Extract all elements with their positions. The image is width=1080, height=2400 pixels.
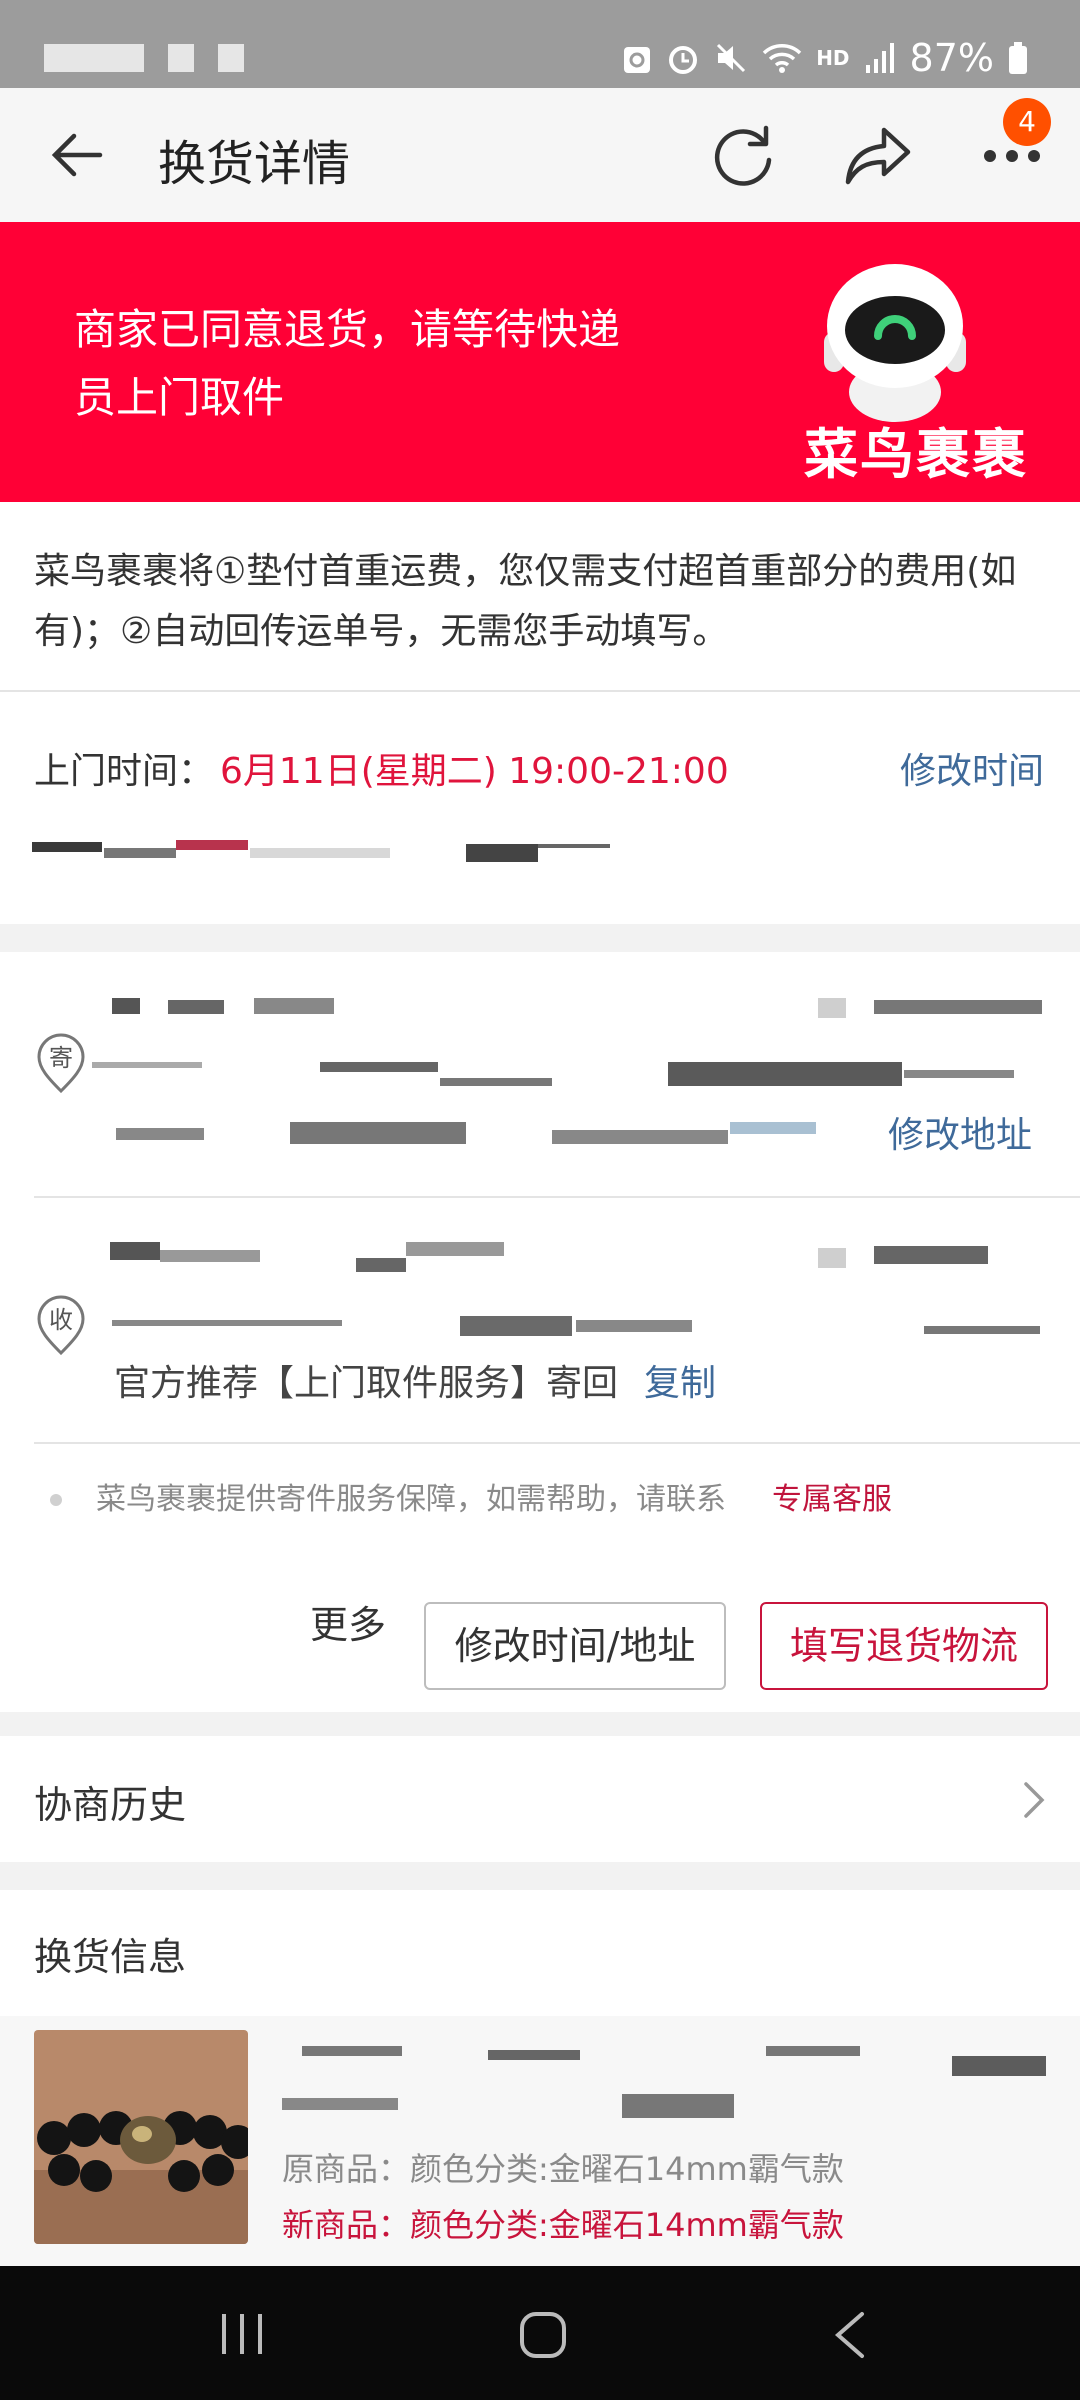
redacted-text: [160, 1250, 260, 1262]
redacted-text: [92, 1062, 202, 1068]
redacted-text: [168, 1000, 224, 1014]
redacted-text: [110, 1242, 160, 1260]
redacted-text: [874, 1246, 988, 1264]
redacted-text: [488, 2050, 580, 2060]
change-time-link[interactable]: 修改时间: [900, 742, 1044, 794]
alarm-icon: [669, 46, 698, 74]
redacted-text: [952, 2056, 1046, 2076]
redacted-text: [356, 1258, 406, 1272]
divider: [34, 1442, 1080, 1444]
redacted-text: [116, 1128, 204, 1140]
refresh-icon[interactable]: [708, 120, 778, 190]
receiver-pin-icon: 收: [37, 1295, 85, 1356]
redacted-text: [668, 1062, 902, 1086]
redacted-text: [730, 1122, 816, 1134]
status-blurred-icon: [218, 44, 244, 72]
redacted-text: [250, 848, 390, 858]
sender-pin-icon: 寄: [37, 1033, 85, 1094]
hd-label: HD: [816, 46, 850, 70]
redacted-text: [466, 844, 538, 862]
chevron-right-icon: [1024, 1782, 1045, 1818]
change-address-link[interactable]: 修改地址: [888, 1106, 1032, 1158]
pickup-time-value: 6月11日(星期二) 19:00-21:00: [220, 751, 729, 792]
product-row[interactable]: 原商品：颜色分类:金曜石14mm霸气款 新商品：颜色分类:金曜石14mm霸气款: [0, 2016, 1080, 2266]
receiver-pin-label: 收: [49, 1306, 73, 1334]
help-text: 菜鸟裹裹提供寄件服务保障，如需帮助，请联系: [96, 1482, 726, 1517]
original-goods-text: 原商品：颜色分类:金曜石14mm霸气款: [282, 2150, 844, 2188]
exchange-info-section: 换货信息 原商品：颜色分类:金曜石14mm霸气款 新商品：颜色分类:金曜石14m…: [0, 1890, 1080, 2266]
bullet-dot: [50, 1494, 62, 1506]
status-icons: HD 87%: [622, 30, 1028, 86]
sync-icon: [624, 47, 651, 73]
wifi-icon: [762, 44, 802, 73]
redacted-text: [112, 1320, 342, 1326]
notice-section: 菜鸟裹裹将①垫付首重运费，您仅需支付超首重部分的费用(如有)；②自动回传运单号，…: [0, 502, 1080, 690]
home-icon[interactable]: [518, 2310, 568, 2360]
redacted-text: [818, 1248, 846, 1268]
redacted-text: [552, 1130, 728, 1144]
more-button[interactable]: 更多: [310, 1594, 386, 1649]
notification-badge: 4: [1003, 98, 1051, 146]
new-goods-text: 新商品：颜色分类:金曜石14mm霸气款: [282, 2206, 844, 2244]
pickup-time-section: 上门时间： 6月11日(星期二) 19:00-21:00 修改时间: [0, 692, 1080, 924]
system-nav-bar: [0, 2266, 1080, 2400]
banner-message: 商家已同意退货，请等待快递员上门取件: [74, 305, 621, 422]
status-blurred-icon: [168, 44, 194, 72]
status-bar: HD 87%: [0, 0, 1080, 88]
copy-link[interactable]: 复制: [644, 1354, 716, 1406]
recommend-text: 官方推荐【上门取件服务】寄回: [114, 1363, 619, 1404]
redacted-text: [576, 1320, 692, 1332]
redacted-text: [440, 1078, 552, 1086]
redacted-text: [538, 844, 610, 848]
redacted-text: [112, 998, 140, 1014]
cainiao-logo-text: 菜鸟裹裹: [804, 423, 1028, 486]
signal-icon: [865, 43, 894, 73]
status-blurred-time: [44, 44, 144, 72]
address-card: 寄 修改地址 收 官方推荐【上门取件服务】寄回 复制 菜鸟裹裹提供寄件服务保障，…: [0, 952, 1080, 1712]
redacted-text: [176, 840, 248, 850]
redacted-text: [818, 998, 846, 1018]
top-nav: 换货详情: [0, 88, 1080, 222]
redacted-text: [874, 1000, 1042, 1014]
pickup-time-label: 上门时间：: [34, 751, 215, 792]
battery-percent: 87%: [909, 36, 994, 80]
notice-text: 菜鸟裹裹将①垫付首重运费，您仅需支付超首重部分的费用(如有)；②自动回传运单号，…: [34, 551, 1017, 652]
status-banner: 商家已同意退货，请等待快递员上门取件 菜鸟裹裹: [0, 222, 1080, 502]
bracelet-thumbnail: [34, 2030, 248, 2244]
fill-return-logistics-button[interactable]: 填写退货物流: [760, 1602, 1048, 1690]
redacted-text: [924, 1326, 1040, 1334]
recent-apps-icon[interactable]: [218, 2310, 268, 2358]
redacted-text: [406, 1242, 504, 1256]
sender-pin-label: 寄: [49, 1044, 73, 1072]
exchange-title: 换货信息: [34, 1935, 187, 1979]
customer-service-link[interactable]: 专属客服: [772, 1474, 892, 1518]
share-icon[interactable]: [842, 120, 914, 190]
redacted-text: [320, 1062, 438, 1072]
redacted-text: [32, 842, 102, 852]
redacted-text: [622, 2094, 734, 2118]
mute-icon: [717, 43, 746, 73]
redacted-text: [254, 998, 334, 1014]
redacted-text: [282, 2098, 398, 2110]
redacted-text: [766, 2046, 860, 2056]
redacted-text: [290, 1122, 466, 1144]
page-title: 换货详情: [158, 136, 351, 192]
cainiao-robot-icon: [824, 264, 966, 422]
system-back-icon[interactable]: [830, 2310, 870, 2360]
history-title: 协商历史: [34, 1783, 187, 1827]
negotiation-history-row[interactable]: 协商历史: [0, 1736, 1080, 1862]
redacted-text: [104, 848, 176, 858]
back-arrow-icon[interactable]: [44, 122, 110, 188]
battery-icon: [1009, 42, 1027, 74]
modify-time-address-button[interactable]: 修改时间/地址: [424, 1602, 726, 1690]
redacted-text: [302, 2046, 402, 2056]
redacted-text: [460, 1316, 572, 1336]
divider: [34, 1196, 1080, 1198]
redacted-text: [904, 1070, 1014, 1078]
